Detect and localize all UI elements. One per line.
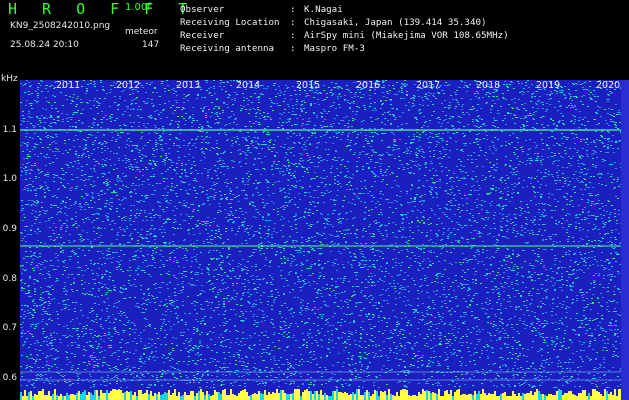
meta-key: Receiving Location: [180, 17, 280, 28]
year-label: 2016: [356, 80, 381, 91]
meta-value: Chigasaki, Japan (139.414 35.340): [304, 17, 487, 28]
year-label: 2011: [56, 80, 81, 91]
timestamp: 25.08.24 20:10: [10, 40, 79, 50]
meta-row-receiver: Receiver: AirSpy mini (Miakejima VOR 108…: [180, 29, 509, 42]
year-label: 2017: [416, 80, 441, 91]
year-label: 2020: [596, 80, 621, 91]
right-edge-strip: [621, 80, 629, 400]
app-version: 1.00f: [125, 2, 151, 13]
year-label: 2014: [236, 80, 261, 91]
meta-row-observer: Observer: K.Nagai: [180, 3, 509, 16]
year-label: 2019: [536, 80, 561, 91]
spectrogram-canvas: [20, 80, 621, 400]
year-label: 2015: [296, 80, 321, 91]
meta-value: Maspro FM-3: [304, 43, 365, 54]
footer-strip: [22, 389, 621, 400]
year-label: 2018: [476, 80, 501, 91]
y-tick-label: 0.8: [2, 274, 17, 284]
y-tick-label: 0.9: [2, 224, 17, 234]
spectrogram: [20, 80, 621, 400]
meta-key: Receiver: [180, 30, 225, 41]
meta-sep: :: [290, 43, 302, 54]
meta-value: AirSpy mini (Miakejima VOR 108.65MHz): [304, 30, 509, 41]
meta-value: K.Nagai: [304, 4, 343, 15]
app-brand: H R O F F T: [8, 0, 196, 18]
year-label: 2012: [116, 80, 141, 91]
meta-sep: :: [290, 4, 302, 15]
header-bar: H R O F F T 1.00f KN9_2508242010.png met…: [0, 0, 629, 78]
meta-sep: :: [290, 30, 302, 41]
meta-sep: :: [290, 17, 302, 28]
y-axis-unit: kHz: [1, 74, 18, 84]
meta-key: Receiving antenna: [180, 43, 275, 54]
y-tick-label: 0.6: [2, 373, 17, 383]
file-name: KN9_2508242010.png: [10, 21, 111, 31]
meta-key: Observer: [180, 4, 225, 15]
y-tick-label: 1.1: [2, 125, 17, 135]
y-tick-label: 1.0: [2, 174, 17, 184]
mode-label: meteor: [125, 27, 158, 37]
meta-row-antenna: Receiving antenna: Maspro FM-3: [180, 42, 509, 55]
meta-row-location: Receiving Location: Chigasaki, Japan (13…: [180, 16, 509, 29]
detection-count: 147: [142, 40, 160, 50]
metadata-block: Observer: K.Nagai Receiving Location: Ch…: [180, 3, 509, 55]
year-label: 2013: [176, 80, 201, 91]
y-tick-label: 0.7: [2, 323, 17, 333]
